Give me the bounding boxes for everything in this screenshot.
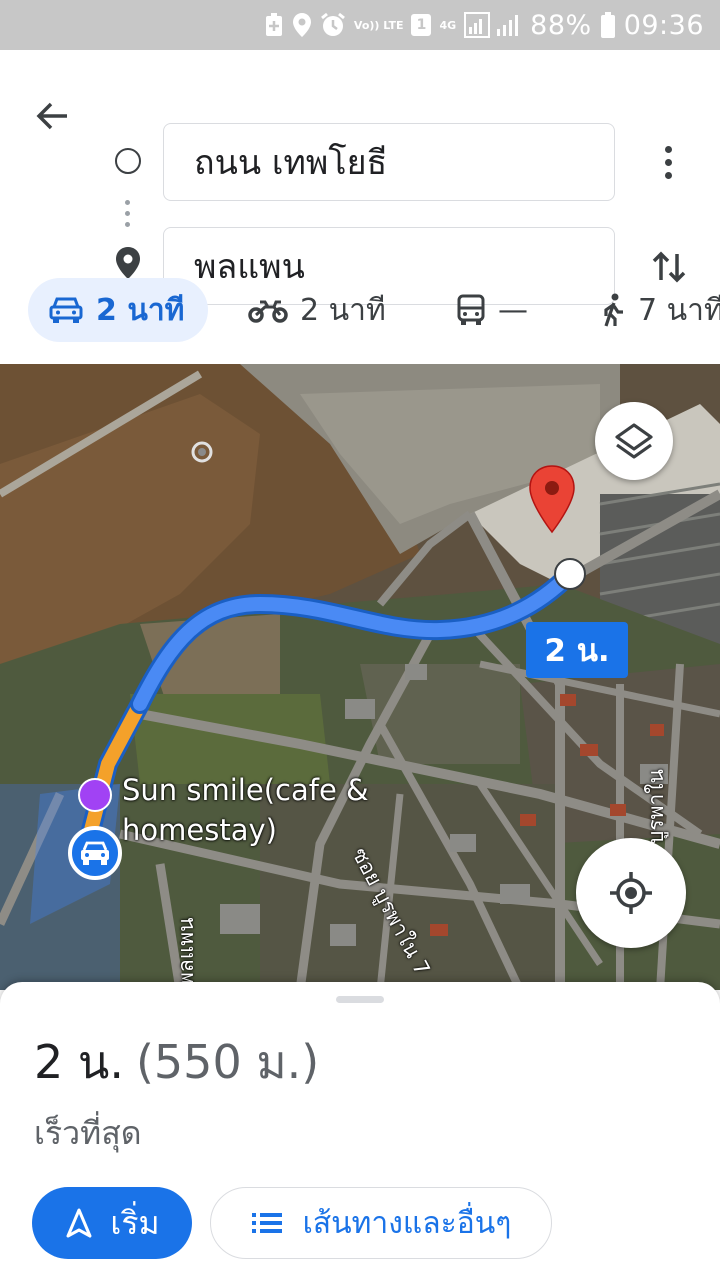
route-summary-sheet[interactable]: 2 น. (550 ม.) เร็วที่สุด เริ่ม เส้นทางและ… [0,982,720,1280]
route-connector-dots [125,200,131,230]
battery-icon [600,11,616,39]
steps-and-more-button[interactable]: เส้นทางและอื่นๆ [210,1187,552,1259]
bus-icon [457,294,485,325]
route-duration: 2 น. [34,1035,124,1089]
map-view[interactable]: 2 น. Sun smile(cafe & homestay) ซอย บูรพ… [0,364,720,990]
poi-hotel-icon[interactable] [78,778,112,812]
alarm-icon [320,12,346,38]
network-type: 4G [439,18,457,32]
battery-saver-icon [264,13,284,37]
origin-circle-icon [115,148,141,174]
layers-button[interactable] [595,402,673,480]
navigation-arrow-icon [66,1208,92,1238]
walk-icon [604,293,623,327]
crosshair-icon [610,872,652,914]
tab-walking-time: 7 นาที [638,292,720,328]
motorcycle-icon [248,300,288,323]
more-options-icon[interactable] [648,140,688,184]
layers-icon [615,423,653,459]
my-location-button[interactable] [576,838,686,948]
route-distance: (550 ม.) [135,1035,320,1089]
directions-header: ถนน เทพโยธี พลแพน 2 นาที 2 นาที — 7 นาที [0,50,720,364]
clock: 09:36 [623,9,704,41]
travel-mode-tabs: 2 นาที 2 นาที — 7 นาที [0,278,720,342]
tab-driving[interactable]: 2 นาที [28,278,208,342]
route-subtitle: เร็วที่สุด [34,1114,142,1152]
current-location-car-icon [68,826,122,880]
tab-motorcycle-time: 2 นาที [300,292,386,328]
route-eta: 2 น. (550 ม.) [34,1026,319,1099]
volte-indicator: Vo)) LTE [353,18,404,32]
street-label: บูรพาใน [644,769,668,844]
steps-button-label: เส้นทางและอื่นๆ [302,1205,512,1241]
back-button[interactable] [30,94,74,138]
sim-slot-indicator: 1 [411,14,432,36]
tab-motorcycle[interactable]: 2 นาที [248,278,386,342]
destination-pin-icon [114,246,142,280]
route-duration-label[interactable]: 2 น. [526,622,628,678]
signal-icon [464,12,522,38]
place-label[interactable]: Sun smile(cafe & homestay) [122,770,382,850]
start-button-label: เริ่ม [110,1203,160,1242]
battery-percent: 88% [530,9,592,41]
drag-handle[interactable] [336,996,384,1003]
car-icon [49,297,83,323]
street-label: พลแพน [174,917,198,986]
destination-marker-icon[interactable] [527,464,577,534]
tab-driving-time: 2 นาที [96,292,185,328]
status-bar: Vo)) LTE 1 4G 88% 09:36 [0,0,720,50]
start-button[interactable]: เริ่ม [32,1187,192,1259]
arrow-back-icon [36,102,67,130]
tab-transit[interactable]: — [456,278,528,342]
list-icon [251,1213,282,1233]
location-icon [292,12,312,38]
origin-field[interactable]: ถนน เทพโยธี [163,123,615,201]
tab-walking[interactable]: 7 นาที [600,278,720,342]
tab-transit-time: — [498,292,528,328]
